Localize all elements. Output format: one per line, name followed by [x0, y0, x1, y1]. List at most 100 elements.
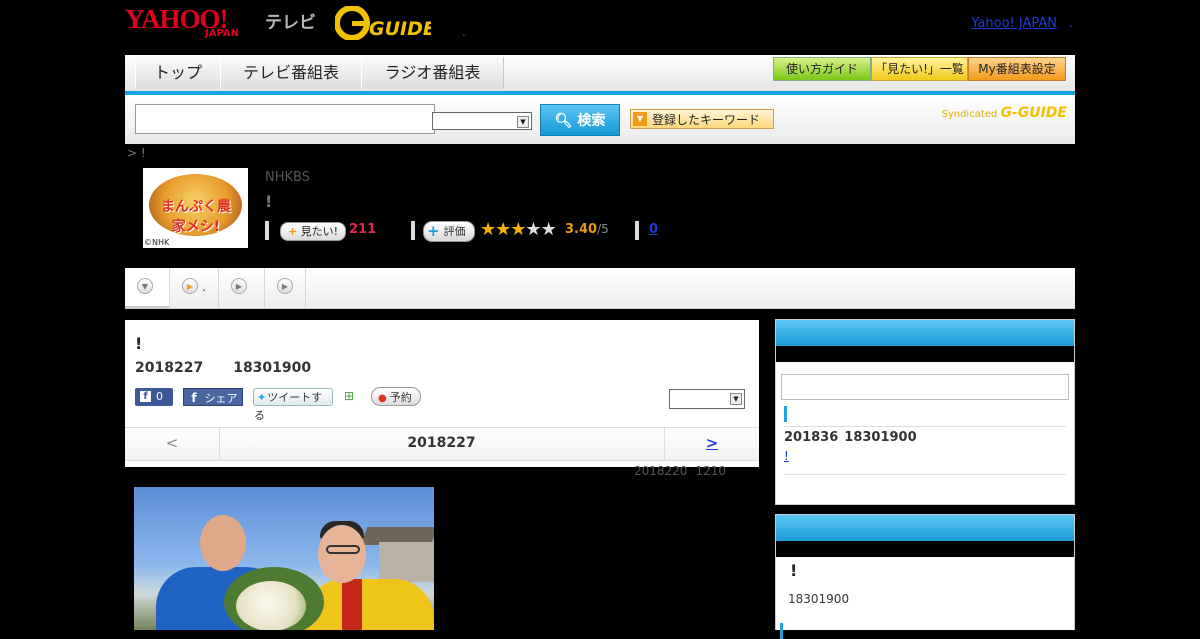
next-broadcast-datetime: 201836 18301900	[784, 430, 923, 445]
plus-icon: +	[287, 225, 298, 238]
tab-related[interactable]: ▶ .	[170, 268, 219, 308]
usage-guide-button[interactable]: 使い方ガイド	[773, 57, 871, 81]
review-count-link[interactable]: 0	[649, 222, 658, 237]
record-dot-icon: ●	[378, 393, 387, 404]
registered-keywords-button[interactable]: ▼ 登録したキーワード	[630, 109, 774, 129]
related-program-title: !	[790, 561, 798, 580]
want-to-watch-label: 見たい!	[300, 225, 339, 238]
registered-keywords-label: 登録したキーワード	[652, 113, 761, 127]
facebook-like-button[interactable]: f0	[135, 388, 173, 406]
sidebar-header	[776, 320, 1074, 346]
star-filled-icon: ★	[480, 219, 496, 240]
update-date: 2018220	[634, 464, 688, 478]
previous-date-button[interactable]: <	[125, 428, 220, 460]
chevron-down-icon: ▼	[137, 278, 153, 294]
rate-button[interactable]: + 評価	[423, 221, 475, 242]
header-trailing-separator: .	[1068, 16, 1073, 31]
rating-score: 3.40	[565, 222, 598, 237]
broadcast-date: 2018227	[135, 360, 204, 376]
program-tab-strip: ▼ ▶ . ▶ ▶	[125, 268, 1075, 309]
program-thumbnail-credit: ©NHK	[144, 238, 170, 247]
nav-tab-top[interactable]: トップ	[135, 57, 221, 89]
search-button-label: 検索	[577, 113, 606, 129]
sidebar-related-program: ! 18301900	[775, 514, 1075, 639]
tweet-button[interactable]: ✦ツイートする	[253, 388, 333, 422]
syndicated-label: Syndicated	[941, 109, 998, 120]
program-title: !	[265, 192, 273, 211]
svg-text:GUIDE: GUIDE	[369, 18, 431, 40]
divider	[784, 474, 1066, 475]
facebook-icon: f	[191, 391, 197, 405]
facebook-share-label: シェア	[204, 392, 238, 405]
facebook-icon: f	[140, 391, 151, 402]
tab-reviews[interactable]: ▶	[265, 268, 306, 308]
rating-stars: ★★★★★	[480, 219, 557, 240]
next-date-button[interactable]: >	[664, 428, 759, 460]
stat-divider	[635, 221, 639, 240]
detail-select[interactable]: ▼	[669, 389, 745, 409]
tab-episodes[interactable]: ▶	[219, 268, 265, 308]
yahoo-japan-link[interactable]: Yahoo! JAPAN	[971, 16, 1057, 31]
star-empty-icon: ★	[540, 219, 557, 240]
header-separator: .	[462, 25, 466, 39]
yahoo-japan-logo-text: JAPAN	[205, 28, 239, 39]
update-timestamp: 2018220 1210	[634, 464, 734, 478]
stat-divider	[411, 221, 415, 240]
date-navigation: < 2018227 >	[125, 427, 759, 461]
program-thumbnail: まんぷく農家メシ! ©NHK	[143, 168, 248, 248]
star-filled-icon: ★	[495, 219, 511, 240]
tab-info[interactable]: ▼	[125, 268, 170, 308]
dropdown-arrow-icon: ▼	[633, 112, 647, 126]
syndicated-logo: G-GUIDE	[1000, 105, 1067, 121]
main-nav: トップ テレビ番組表 ラジオ番組表 使い方ガイド 「見たい!」一覧 My番組表設…	[125, 55, 1075, 95]
current-date: 2018227	[407, 435, 476, 451]
chevron-down-icon: ▼	[517, 116, 529, 128]
sidebar-header	[776, 515, 1074, 541]
search-button[interactable]: 🔍︎ 検索	[540, 104, 620, 136]
rate-button-label: 評価	[443, 225, 466, 238]
sidebar-subheader	[776, 346, 1074, 362]
next-broadcast-date: 201836	[784, 430, 839, 445]
broadcast-datetime: 2018227 18301900	[135, 360, 341, 376]
divider	[784, 426, 1066, 427]
my-listings-settings-button[interactable]: My番組表設定	[968, 57, 1066, 81]
tv-logo-text[interactable]: テレビ	[265, 8, 316, 33]
star-empty-icon: ★	[525, 219, 541, 240]
rating-max: /5	[597, 222, 609, 236]
syndicated-gguide-badge: Syndicated G-GUIDE	[941, 105, 1067, 121]
reserve-recording-button[interactable]: ● 予約	[371, 387, 421, 406]
next-broadcast-link[interactable]: !	[784, 449, 842, 463]
update-time: 1210	[695, 464, 726, 478]
star-filled-icon: ★	[510, 219, 526, 240]
reserve-label: 予約	[389, 391, 412, 404]
sidebar-input[interactable]	[781, 374, 1069, 400]
facebook-share-button[interactable]: f シェア	[183, 388, 243, 406]
stat-divider	[265, 221, 269, 240]
search-input[interactable]	[135, 104, 435, 134]
broadcast-time: 18301900	[233, 360, 312, 376]
detail-title: !	[135, 334, 143, 353]
program-detail-panel: ! 2018227 18301900 f0 f シェア ✦ツイートする ⊞ ● 予約…	[125, 320, 759, 467]
section-marker	[784, 406, 787, 422]
search-category-select[interactable]: ▼	[432, 112, 532, 130]
add-to-calendar-icon[interactable]: ⊞	[344, 389, 358, 403]
search-icon: 🔍︎	[554, 113, 573, 129]
breadcrumb: > !	[127, 146, 146, 160]
gguide-logo[interactable]: GUIDE	[335, 6, 431, 40]
plus-icon: +	[427, 222, 440, 240]
search-bar: ▼ 🔍︎ 検索 ▼ 登録したキーワード Syndicated G-GUIDE	[125, 95, 1075, 144]
facebook-like-count: 0	[156, 390, 163, 403]
channel-name: NHKBS	[265, 170, 310, 185]
nav-tab-tv-listings[interactable]: テレビ番組表	[220, 57, 362, 89]
play-icon: ▶	[182, 278, 198, 294]
program-thumbnail-title: まんぷく農家メシ!	[161, 199, 231, 235]
want-to-watch-count: 211	[349, 222, 377, 237]
related-program-time: 18301900	[788, 592, 850, 606]
nav-tab-radio-listings[interactable]: ラジオ番組表	[361, 57, 504, 89]
rating-value: 3.40/5	[565, 222, 609, 237]
program-photo	[134, 487, 434, 630]
tab-related-label: .	[202, 280, 206, 294]
watchlist-button[interactable]: 「見たい!」一覧	[871, 57, 968, 81]
want-to-watch-button[interactable]: + 見たい!	[280, 222, 346, 241]
twitter-bird-icon: ✦	[257, 391, 267, 404]
